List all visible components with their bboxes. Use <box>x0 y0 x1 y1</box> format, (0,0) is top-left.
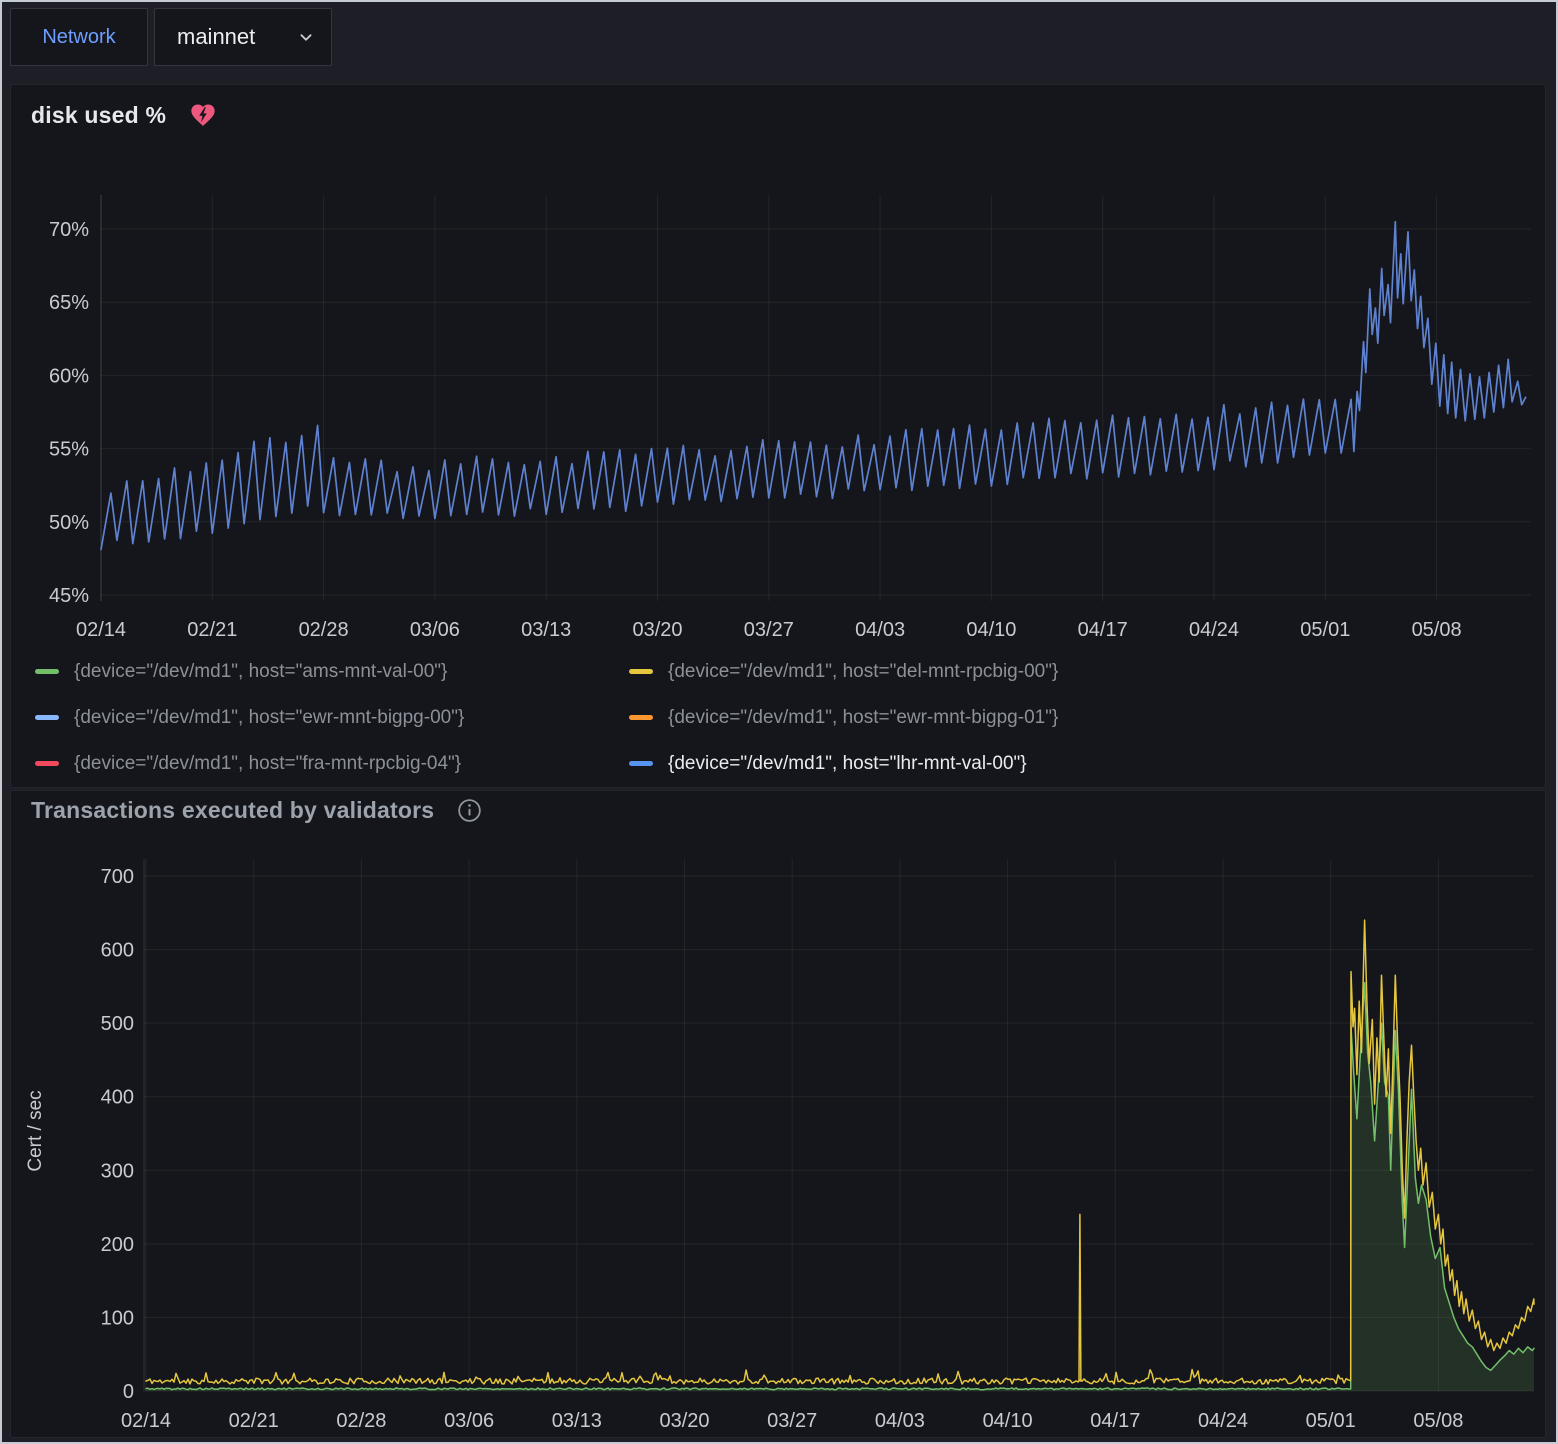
legend-label: {device="/dev/md1", host="ams-mnt-val-00… <box>74 661 447 683</box>
grafana-dashboard: Network mainnet disk used % 02/1402/2102… <box>0 0 1558 1444</box>
legend-label: {device="/dev/md1", host="lhr-mnt-val-00… <box>668 753 1027 775</box>
x-tick-label: 03/06 <box>410 619 460 641</box>
x-tick-label: 02/21 <box>229 1410 279 1432</box>
x-tick-label: 04/17 <box>1078 619 1128 641</box>
panel-disk-used: disk used % 02/14 02/21 02/28 03/06 03/13 03/… <box>10 84 1546 788</box>
y-tick-label: 0 <box>123 1381 134 1403</box>
series-line-del-mnt-rpcbig-00 <box>146 920 1534 1384</box>
info-circle-icon[interactable] <box>456 797 483 824</box>
legend-label: {device="/dev/md1", host="ewr-mnt-bigpg-… <box>74 707 464 729</box>
variable-value: mainnet <box>177 24 255 50</box>
y-tick-label: 60% <box>49 365 89 387</box>
y-tick-label: 600 <box>101 940 134 962</box>
series-color-marker <box>35 761 59 766</box>
x-tick-label: 04/10 <box>983 1410 1033 1432</box>
panel-title-disk-used[interactable]: disk used % <box>31 102 166 129</box>
y-tick-label: 70% <box>49 219 89 241</box>
y-tick-label: 55% <box>49 439 89 461</box>
series-color-marker <box>629 669 653 674</box>
y-tick-label: 400 <box>101 1087 134 1109</box>
x-tick-label: 02/28 <box>299 619 349 641</box>
x-tick-label: 04/24 <box>1189 619 1239 641</box>
y-tick-label: 65% <box>49 292 89 314</box>
legend-item[interactable]: {device="/dev/md1", host="ams-mnt-val-00… <box>35 655 629 688</box>
x-tick-label: 04/10 <box>966 619 1016 641</box>
x-tick-label: 03/27 <box>744 619 794 641</box>
x-tick-label: 03/20 <box>632 619 682 641</box>
legend-label: {device="/dev/md1", host="ewr-mnt-bigpg-… <box>668 707 1058 729</box>
x-tick-label: 03/27 <box>767 1410 817 1432</box>
x-tick-label: 05/08 <box>1413 1410 1463 1432</box>
network-variable-dropdown[interactable]: mainnet <box>154 8 332 66</box>
series-line-lhr-mnt-val-00 <box>101 222 1526 550</box>
x-tick-label: 04/24 <box>1198 1410 1248 1432</box>
x-tick-label: 03/06 <box>444 1410 494 1432</box>
gridlines <box>144 859 1534 1391</box>
y-axis-label: Cert / sec <box>25 1090 46 1171</box>
y-tick-label: 200 <box>101 1234 134 1256</box>
disk-used-legend: {device="/dev/md1", host="ams-mnt-val-00… <box>35 655 1058 780</box>
x-tick-label: 04/17 <box>1090 1410 1140 1432</box>
transactions-chart-plot[interactable]: 02/14 02/21 02/28 03/06 03/13 03/20 03/27 04/03… <box>11 831 1545 1437</box>
x-tick-label: 04/03 <box>875 1410 925 1432</box>
legend-item[interactable]: {device="/dev/md1", host="fra-mnt-rpcbig… <box>35 747 629 780</box>
x-tick-label: 02/28 <box>336 1410 386 1432</box>
y-tick-label: 100 <box>101 1307 134 1329</box>
heart-break-icon[interactable] <box>188 101 218 129</box>
x-tick-label: 02/14 <box>121 1410 171 1432</box>
legend-item[interactable]: {device="/dev/md1", host="del-mnt-rpcbig… <box>629 655 1058 688</box>
series-area-ams-mnt-val-00 <box>146 983 1534 1391</box>
legend-label: {device="/dev/md1", host="del-mnt-rpcbig… <box>668 661 1058 683</box>
panel-title-transactions[interactable]: Transactions executed by validators <box>31 797 434 824</box>
x-tick-label: 02/21 <box>187 619 237 641</box>
panel-transactions: Transactions executed by validators 02/1… <box>10 790 1546 1438</box>
variable-label-box: Network <box>10 8 148 66</box>
x-tick-label: 03/20 <box>659 1410 709 1432</box>
disk-used-chart-plot[interactable]: 02/14 02/21 02/28 03/06 03/13 03/20 03/27 04/03… <box>11 133 1545 653</box>
chevron-down-icon <box>295 26 317 48</box>
x-tick-label: 04/03 <box>855 619 905 641</box>
x-tick-label: 03/13 <box>552 1410 602 1432</box>
gridlines <box>101 195 1531 601</box>
series-color-marker <box>35 715 59 720</box>
series-color-marker <box>629 715 653 720</box>
legend-item[interactable]: {device="/dev/md1", host="ewr-mnt-bigpg-… <box>629 701 1058 734</box>
series-line-ams-mnt-val-00 <box>146 983 1534 1390</box>
legend-item[interactable]: {device="/dev/md1", host="lhr-mnt-val-00… <box>629 747 1058 780</box>
legend-item[interactable]: {device="/dev/md1", host="ewr-mnt-bigpg-… <box>35 701 629 734</box>
series-color-marker <box>629 761 653 766</box>
x-tick-label: 05/08 <box>1412 619 1462 641</box>
x-tick-label: 02/14 <box>76 619 126 641</box>
y-tick-label: 45% <box>49 585 89 607</box>
y-tick-label: 500 <box>101 1013 134 1035</box>
y-tick-label: 50% <box>49 512 89 534</box>
variable-label: Network <box>42 26 115 49</box>
x-tick-label: 05/01 <box>1306 1410 1356 1432</box>
y-tick-label: 300 <box>101 1160 134 1182</box>
x-tick-label: 05/01 <box>1300 619 1350 641</box>
series-color-marker <box>35 669 59 674</box>
y-tick-label: 700 <box>101 866 134 888</box>
legend-label: {device="/dev/md1", host="fra-mnt-rpcbig… <box>74 753 461 775</box>
x-tick-label: 03/13 <box>521 619 571 641</box>
